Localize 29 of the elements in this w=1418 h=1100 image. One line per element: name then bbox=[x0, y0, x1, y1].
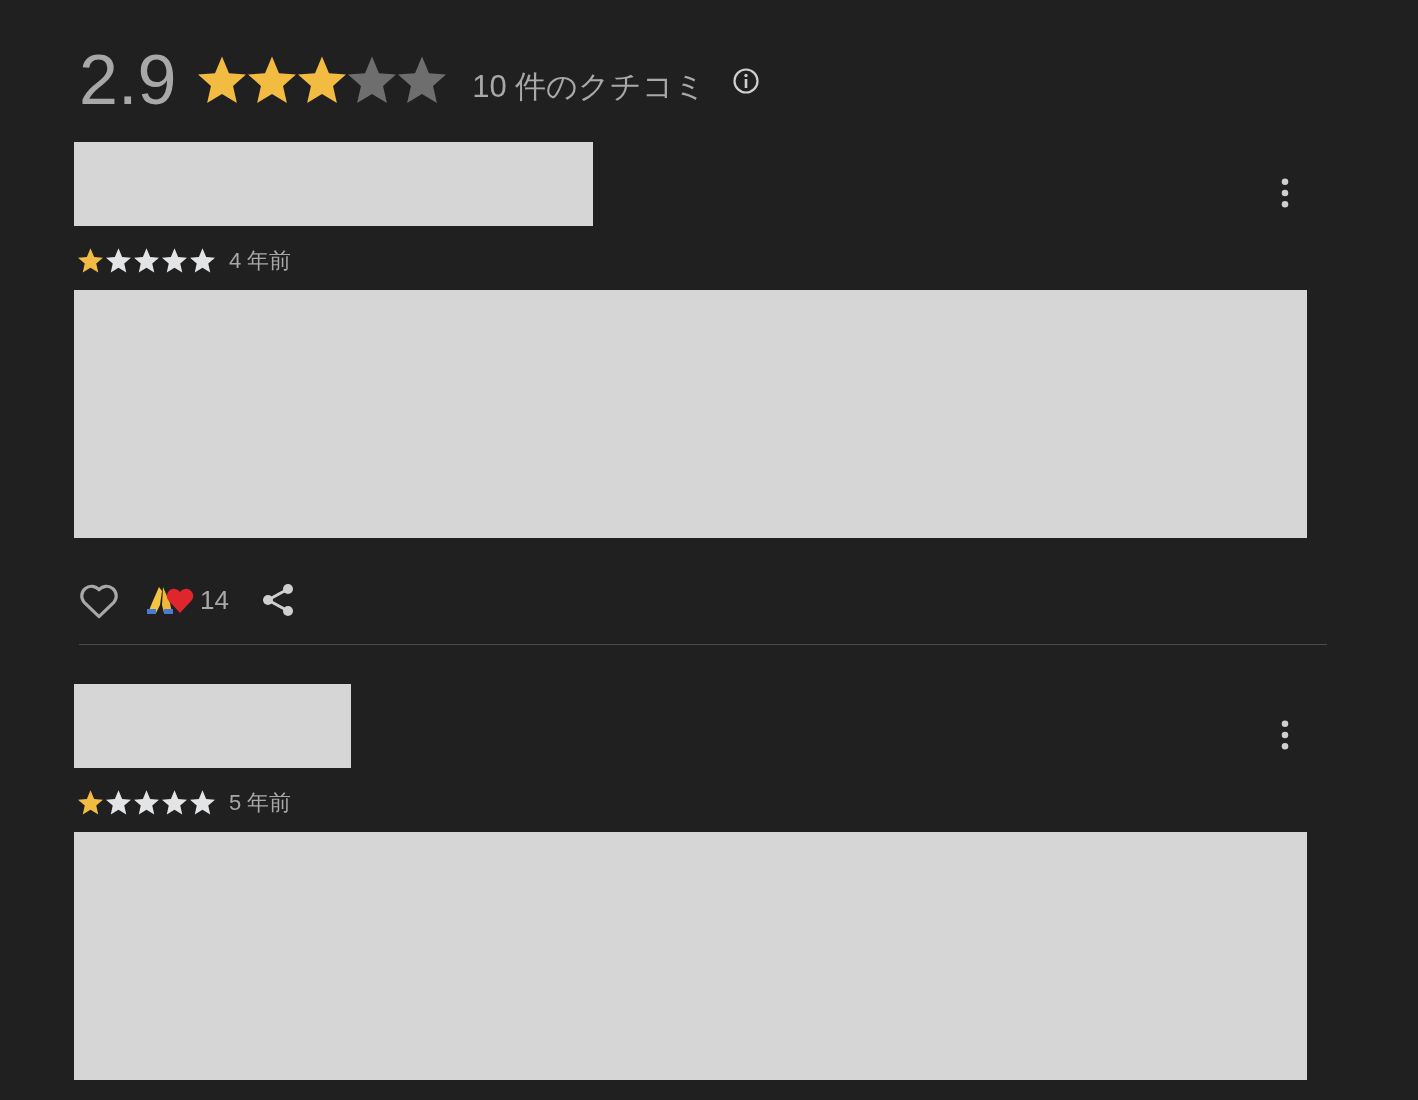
reaction-count: 14 bbox=[200, 587, 229, 613]
review-time: 5 年前 bbox=[229, 791, 292, 814]
menu-icon bbox=[1281, 720, 1289, 750]
share-icon bbox=[260, 582, 295, 618]
star-icon bbox=[162, 248, 187, 273]
average-rating: 2.9 bbox=[79, 45, 177, 115]
share-button[interactable] bbox=[260, 582, 295, 618]
star-icon bbox=[106, 790, 131, 815]
star-icon bbox=[78, 790, 103, 815]
star-icon bbox=[348, 56, 397, 104]
review-time: 4 年前 bbox=[229, 249, 292, 272]
menu-icon bbox=[1281, 178, 1289, 208]
reaction-emoji-icon bbox=[146, 585, 194, 615]
star-icon bbox=[106, 248, 131, 273]
info-icon bbox=[732, 67, 761, 95]
info-button[interactable] bbox=[732, 67, 761, 95]
star-icon bbox=[78, 248, 103, 273]
star-icon bbox=[248, 56, 297, 104]
star-icon bbox=[134, 248, 159, 273]
star-icon bbox=[190, 248, 215, 273]
star-icon bbox=[134, 790, 159, 815]
more-options-button[interactable] bbox=[1280, 718, 1290, 752]
star-icon bbox=[298, 56, 347, 104]
star-icon bbox=[190, 790, 215, 815]
review-count: 10 件のクチコミ bbox=[472, 70, 707, 102]
star-icon bbox=[198, 56, 247, 104]
more-options-button[interactable] bbox=[1280, 176, 1290, 210]
star-icon bbox=[162, 790, 187, 815]
star-icon bbox=[398, 56, 447, 104]
